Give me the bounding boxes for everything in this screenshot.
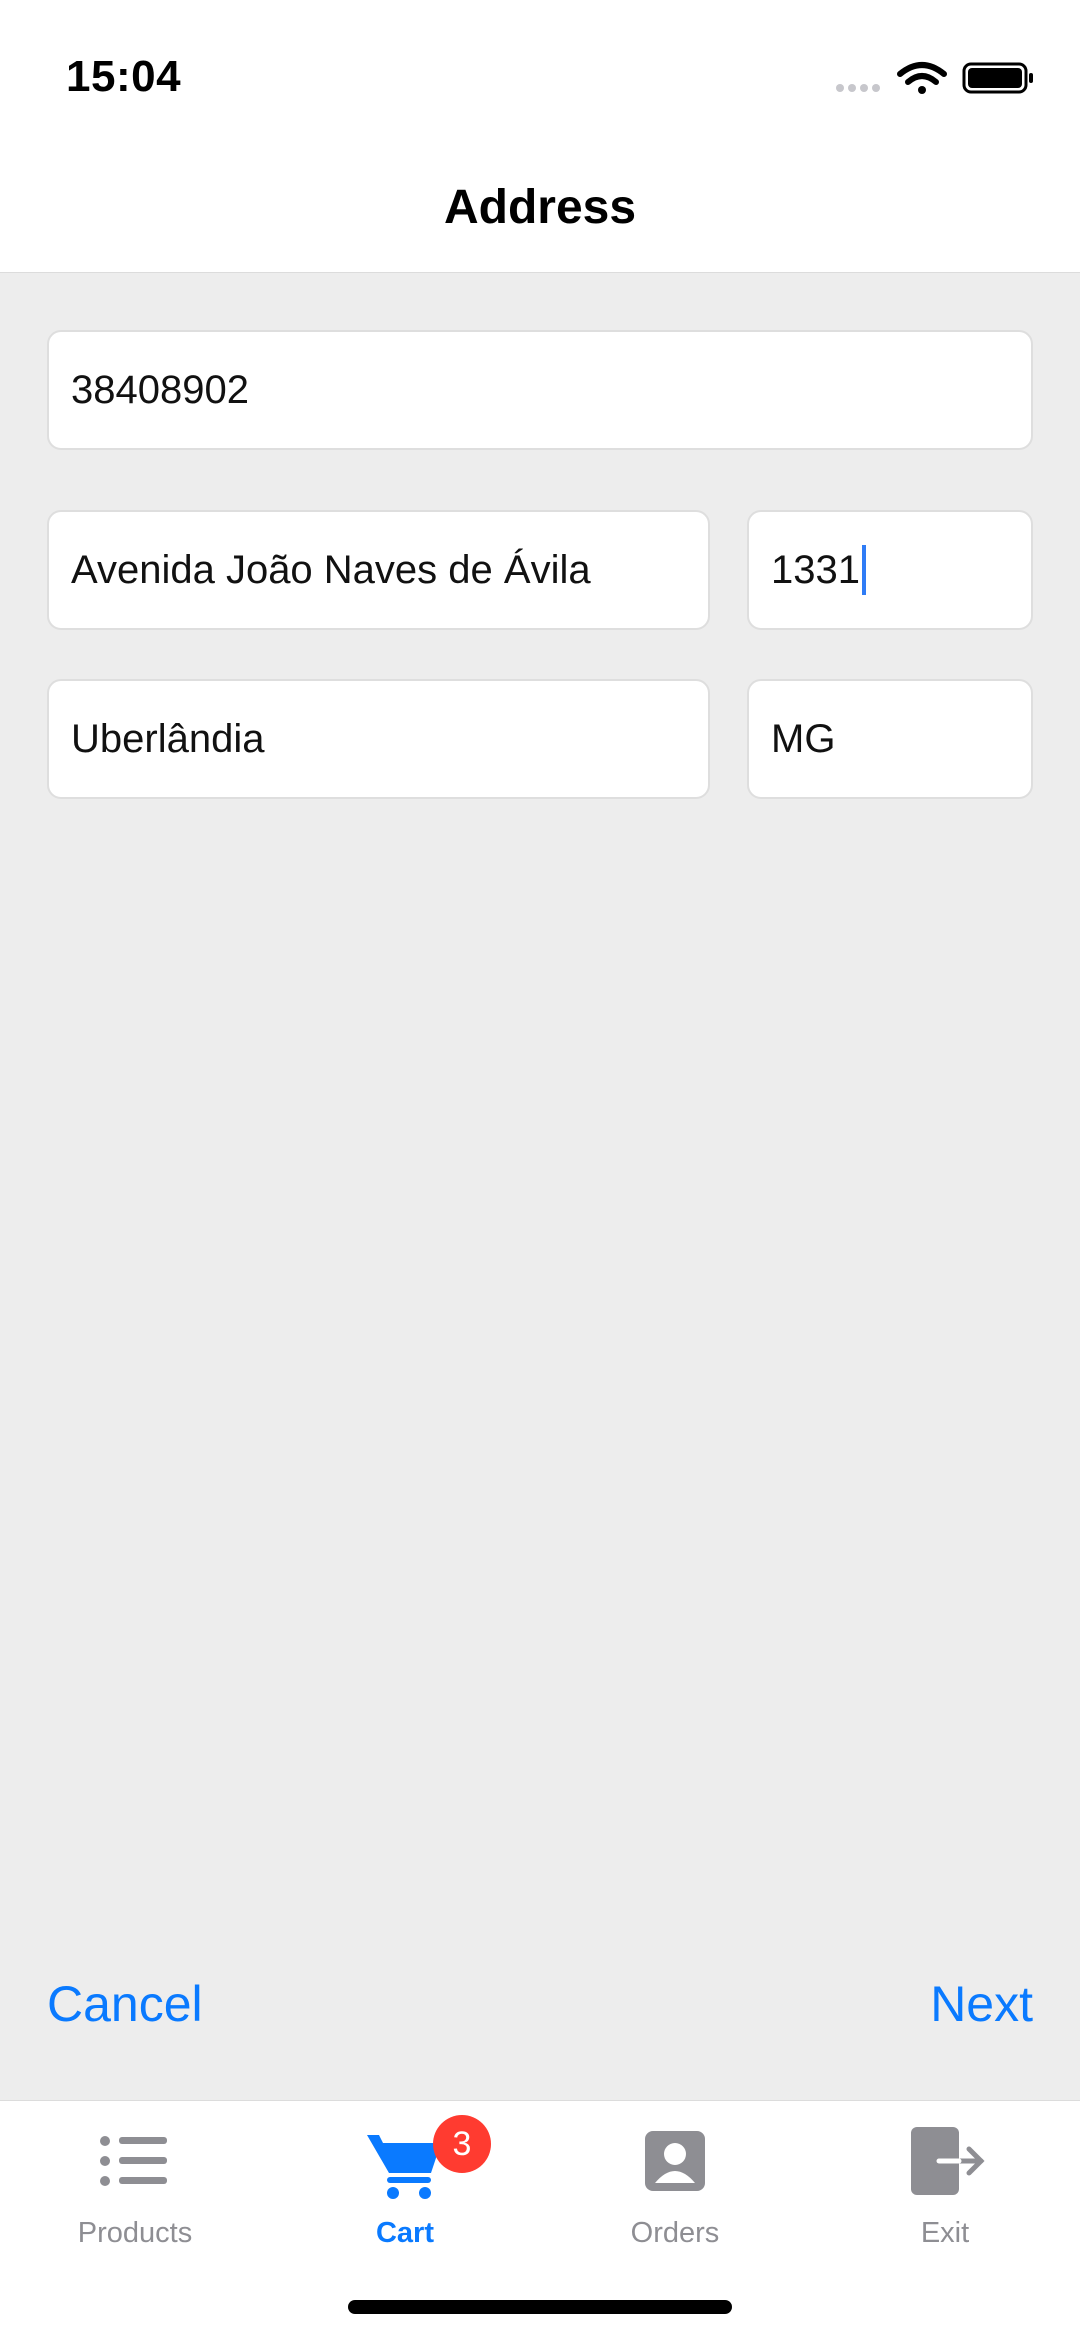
city-input[interactable] (71, 716, 686, 762)
number-input[interactable]: 1331 (771, 545, 866, 595)
cart-badge: 3 (433, 2115, 491, 2173)
tab-label: Cart (375, 2217, 434, 2249)
tab-orders[interactable]: Orders (540, 2101, 810, 2281)
street-input[interactable] (71, 547, 686, 593)
cart-icon (367, 2135, 441, 2199)
status-icons (830, 58, 1050, 98)
tab-products[interactable]: Products (0, 2101, 270, 2281)
status-bar: 15:04 (0, 0, 1080, 150)
cancel-button[interactable]: Cancel (47, 1975, 203, 2033)
city-field[interactable] (47, 679, 710, 799)
tab-cart[interactable]: 3 Cart (270, 2101, 540, 2281)
tab-label: Orders (630, 2217, 720, 2249)
number-value: 1331 (771, 547, 860, 592)
street-field[interactable] (47, 510, 710, 630)
tab-exit[interactable]: Exit (810, 2101, 1080, 2281)
footer-actions: Cancel Next (0, 1975, 1080, 2055)
exit-icon (911, 2127, 985, 2195)
person-icon (645, 2131, 705, 2191)
zip-input[interactable] (71, 367, 1009, 413)
zip-field[interactable] (47, 330, 1033, 450)
state-input[interactable] (771, 716, 1009, 762)
battery-icon (962, 62, 1033, 94)
tab-label: Products (77, 2217, 193, 2249)
home-indicator (348, 2300, 732, 2314)
nav-bar: Address (0, 150, 1080, 273)
status-time: 15:04 (66, 52, 182, 101)
tab-label: Exit (920, 2217, 970, 2249)
number-field[interactable]: 1331 (747, 510, 1033, 630)
next-button[interactable]: Next (930, 1975, 1033, 2033)
list-icon (100, 2136, 167, 2186)
signal-icon (836, 84, 880, 92)
page-title: Address (443, 181, 637, 234)
text-caret (861, 545, 866, 595)
wifi-icon (897, 62, 947, 94)
state-field[interactable] (747, 679, 1033, 799)
